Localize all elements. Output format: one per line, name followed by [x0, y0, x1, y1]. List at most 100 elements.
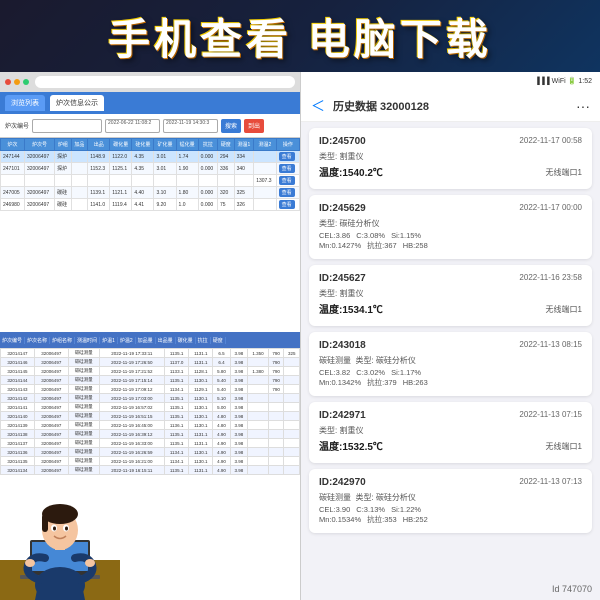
record-card-245700[interactable]: ID:245700 2022-11-17 00:58 类型: 割重仪 温度:15…: [309, 128, 592, 189]
col-furnace-no: 炉次号: [24, 139, 54, 151]
record-type: 类型: 割重仪: [319, 151, 582, 162]
export-button[interactable]: 到出: [244, 119, 264, 133]
furnace-group-input[interactable]: [32, 119, 102, 133]
right-panel: ▐▐▐ WiFi 🔋 1:52 ＜ 历史数据 32000128 ··· ID:2…: [300, 72, 600, 600]
banner-text: 手机查看 电脑下载: [108, 6, 492, 67]
record-detail-2: Mn:0.1534%抗拉:353HB:252: [319, 514, 582, 525]
table-row[interactable]: 3201414032006497碳硅测量2022-11-19 16:51:15 …: [1, 412, 300, 421]
search-button[interactable]: 搜索: [221, 119, 241, 133]
table-row[interactable]: 3201414132006497碳硅测量2022-11-19 16:57:02 …: [1, 403, 300, 412]
record-temperature: 温度:1534.1℃: [319, 301, 383, 316]
top-banner: 手机查看 电脑下载: [0, 0, 600, 72]
record-id: ID:245629: [319, 203, 366, 214]
table-row[interactable]: 247144 32006497 探炉 1148.9 1122.0 4.35 3.…: [1, 151, 300, 163]
col-ore: 矿化量: [154, 139, 176, 151]
table-row[interactable]: 3201414732006497碳硅测量2022-11-19 17:33:11 …: [1, 349, 300, 358]
record-date: 2022-11-17 00:58: [519, 136, 582, 145]
min-dot: [14, 79, 20, 85]
record-date: 2022-11-13 07:15: [519, 410, 582, 419]
record-date: 2022-11-17 00:00: [519, 203, 582, 212]
toolbar: 浏览列表 炉次信息公示: [0, 92, 300, 114]
search-bar: 炉次编号 2022-06-22 11:08:2 2022-11-19 14:30…: [0, 114, 300, 138]
record-detail-2: Mn:0.1342%抗拉:379HB:263: [319, 377, 582, 388]
table-row[interactable]: 3201413932006497碳硅测量2022-11-19 16:45:00 …: [1, 421, 300, 430]
record-id: ID:245700: [319, 136, 366, 147]
record-type: 类型: 碳硅分析仪: [319, 218, 582, 229]
col-hardness: 硬度: [218, 139, 235, 151]
sp-col-t1: 炉温1: [100, 337, 118, 344]
tab-info[interactable]: 炉次信息公示: [50, 95, 104, 111]
table-row[interactable]: 246980 32006497 碳硅 1141.0 1119.4 4.41 9.…: [1, 199, 300, 211]
tab-list[interactable]: 浏览列表: [5, 95, 45, 111]
max-dot: [23, 79, 29, 85]
table-row[interactable]: 3201414232006497碳硅测量2022-11-19 17:03:00 …: [1, 394, 300, 403]
record-header: ID:245629 2022-11-17 00:00: [319, 203, 582, 214]
table-row[interactable]: 3201414632006497碳硅测量2022-11-19 17:26:50 …: [1, 358, 300, 367]
back-button[interactable]: ＜: [311, 96, 325, 116]
sp-col-time: 测温时间: [75, 337, 100, 344]
table-row[interactable]: 3201414332006497碳硅测量2022-11-19 17:09:12 …: [1, 385, 300, 394]
record-detail-2: Mn:0.1427%抗拉:367HB:258: [319, 240, 582, 251]
record-type: 碳硅测量 类型: 碳硅分析仪: [319, 355, 582, 366]
person-image: [0, 470, 120, 600]
table-row[interactable]: 3201414432006497碳硅测量2022-11-19 17:15:14 …: [1, 376, 300, 385]
record-id: ID:242971: [319, 410, 366, 421]
mobile-page-title: 历史数据 32000128: [333, 98, 429, 114]
sp-col-out: 出品量: [156, 337, 176, 344]
table-row[interactable]: 1307.3 查看: [1, 175, 300, 187]
record-id: ID:245627: [319, 273, 366, 284]
record-card-245629[interactable]: ID:245629 2022-11-17 00:00 类型: 碳硅分析仪 CEL…: [309, 195, 592, 259]
col-action: 操作: [276, 139, 299, 151]
table-row[interactable]: 3201413632006497碳硅测量2022-11-19 16:26:59 …: [1, 448, 300, 457]
battery-icon: 🔋: [568, 77, 577, 85]
table-row[interactable]: 3201413732006497碳硅测量2022-11-19 16:33:00 …: [1, 439, 300, 448]
record-type: 碳硅测量 类型: 碳硅分析仪: [319, 492, 582, 503]
record-detail: CEL:3.86C:3.08%Si:1.15%: [319, 231, 582, 240]
table-row[interactable]: 3201413832006497碳硅测量2022-11-19 16:39:12 …: [1, 430, 300, 439]
record-header: ID:242970 2022-11-13 07:13: [319, 477, 582, 488]
col-mn: 锰化量: [176, 139, 198, 151]
id-badge: Id 747070: [552, 584, 592, 594]
left-top-section: 浏览列表 炉次信息公示 炉次编号 2022-06-22 11:08:2 2022…: [0, 72, 300, 332]
sp-col-add: 加品量: [136, 337, 156, 344]
mobile-nav-bar: ＜ 历史数据 32000128 ···: [301, 90, 600, 122]
data-table-container: 炉次 炉次号 炉组 加品 出品 碳化量 硅化量 矿化量 锰化量 抗拉 硬度 测温…: [0, 138, 300, 333]
col-furnace-id: 炉次: [1, 139, 25, 151]
record-temperature: 温度:1532.5℃: [319, 438, 383, 453]
record-port: 无线端口1: [546, 304, 582, 315]
sp-col-resist: 抗拉: [196, 337, 211, 344]
col-add: 加品: [71, 139, 88, 151]
col-out: 出品: [88, 139, 110, 151]
record-port: 无线端口1: [546, 167, 582, 178]
record-temperature: 温度:1540.2℃: [319, 164, 383, 179]
table-row[interactable]: 247101 32006497 探炉 1152.3 1125.1 4.35 3.…: [1, 163, 300, 175]
record-type: 类型: 割重仪: [319, 425, 582, 436]
record-card-242970[interactable]: ID:242970 2022-11-13 07:13 碳硅测量 类型: 碳硅分析…: [309, 469, 592, 533]
record-card-243018[interactable]: ID:243018 2022-11-13 08:15 碳硅测量 类型: 碳硅分析…: [309, 332, 592, 396]
record-card-242971[interactable]: ID:242971 2022-11-13 07:15 类型: 割重仪 温度:15…: [309, 402, 592, 463]
close-dot: [5, 79, 11, 85]
record-header: ID:243018 2022-11-13 08:15: [319, 340, 582, 351]
wifi-icon: WiFi: [552, 78, 566, 85]
date-to-input[interactable]: 2022-11-19 14:30:3: [163, 119, 218, 133]
mobile-status-bar: ▐▐▐ WiFi 🔋 1:52: [301, 72, 600, 90]
table-row[interactable]: 3201413532006497碳硅测量2022-11-19 16:21:00 …: [1, 457, 300, 466]
record-id: ID:242970: [319, 477, 366, 488]
url-bar[interactable]: [35, 76, 295, 88]
more-options-button[interactable]: ···: [576, 98, 590, 114]
table-row[interactable]: 3201414532006497碳硅测量2022-11-19 17:21:52 …: [1, 367, 300, 376]
record-date: 2022-11-13 07:13: [519, 477, 582, 486]
sp-col-group: 炉组名称: [50, 337, 75, 344]
table-row[interactable]: 247005 32006497 碳硅 1139.1 1121.1 4.40 3.…: [1, 187, 300, 199]
date-from-input[interactable]: 2022-06-22 11:08:2: [105, 119, 160, 133]
left-bottom-section: 炉次编号 炉次名称 炉组名称 测温时间 炉温1 炉温2 加品量 出品量 碳化量 …: [0, 332, 300, 600]
col-silicon: 硅化量: [132, 139, 154, 151]
record-detail: CEL:3.82C:3.02%Si:1.17%: [319, 368, 582, 377]
browser-bar: [0, 72, 300, 92]
mobile-content: ID:245700 2022-11-17 00:58 类型: 割重仪 温度:15…: [301, 122, 600, 600]
sp-col-carbon: 碳化量: [176, 337, 196, 344]
time-display: 1:52: [578, 78, 592, 85]
record-card-245627[interactable]: ID:245627 2022-11-16 23:58 类型: 割重仪 温度:15…: [309, 265, 592, 326]
sp-col-hard: 硬度: [211, 337, 226, 344]
spreadsheet-header: 炉次编号 炉次名称 炉组名称 测温时间 炉温1 炉温2 加品量 出品量 碳化量 …: [0, 332, 300, 348]
